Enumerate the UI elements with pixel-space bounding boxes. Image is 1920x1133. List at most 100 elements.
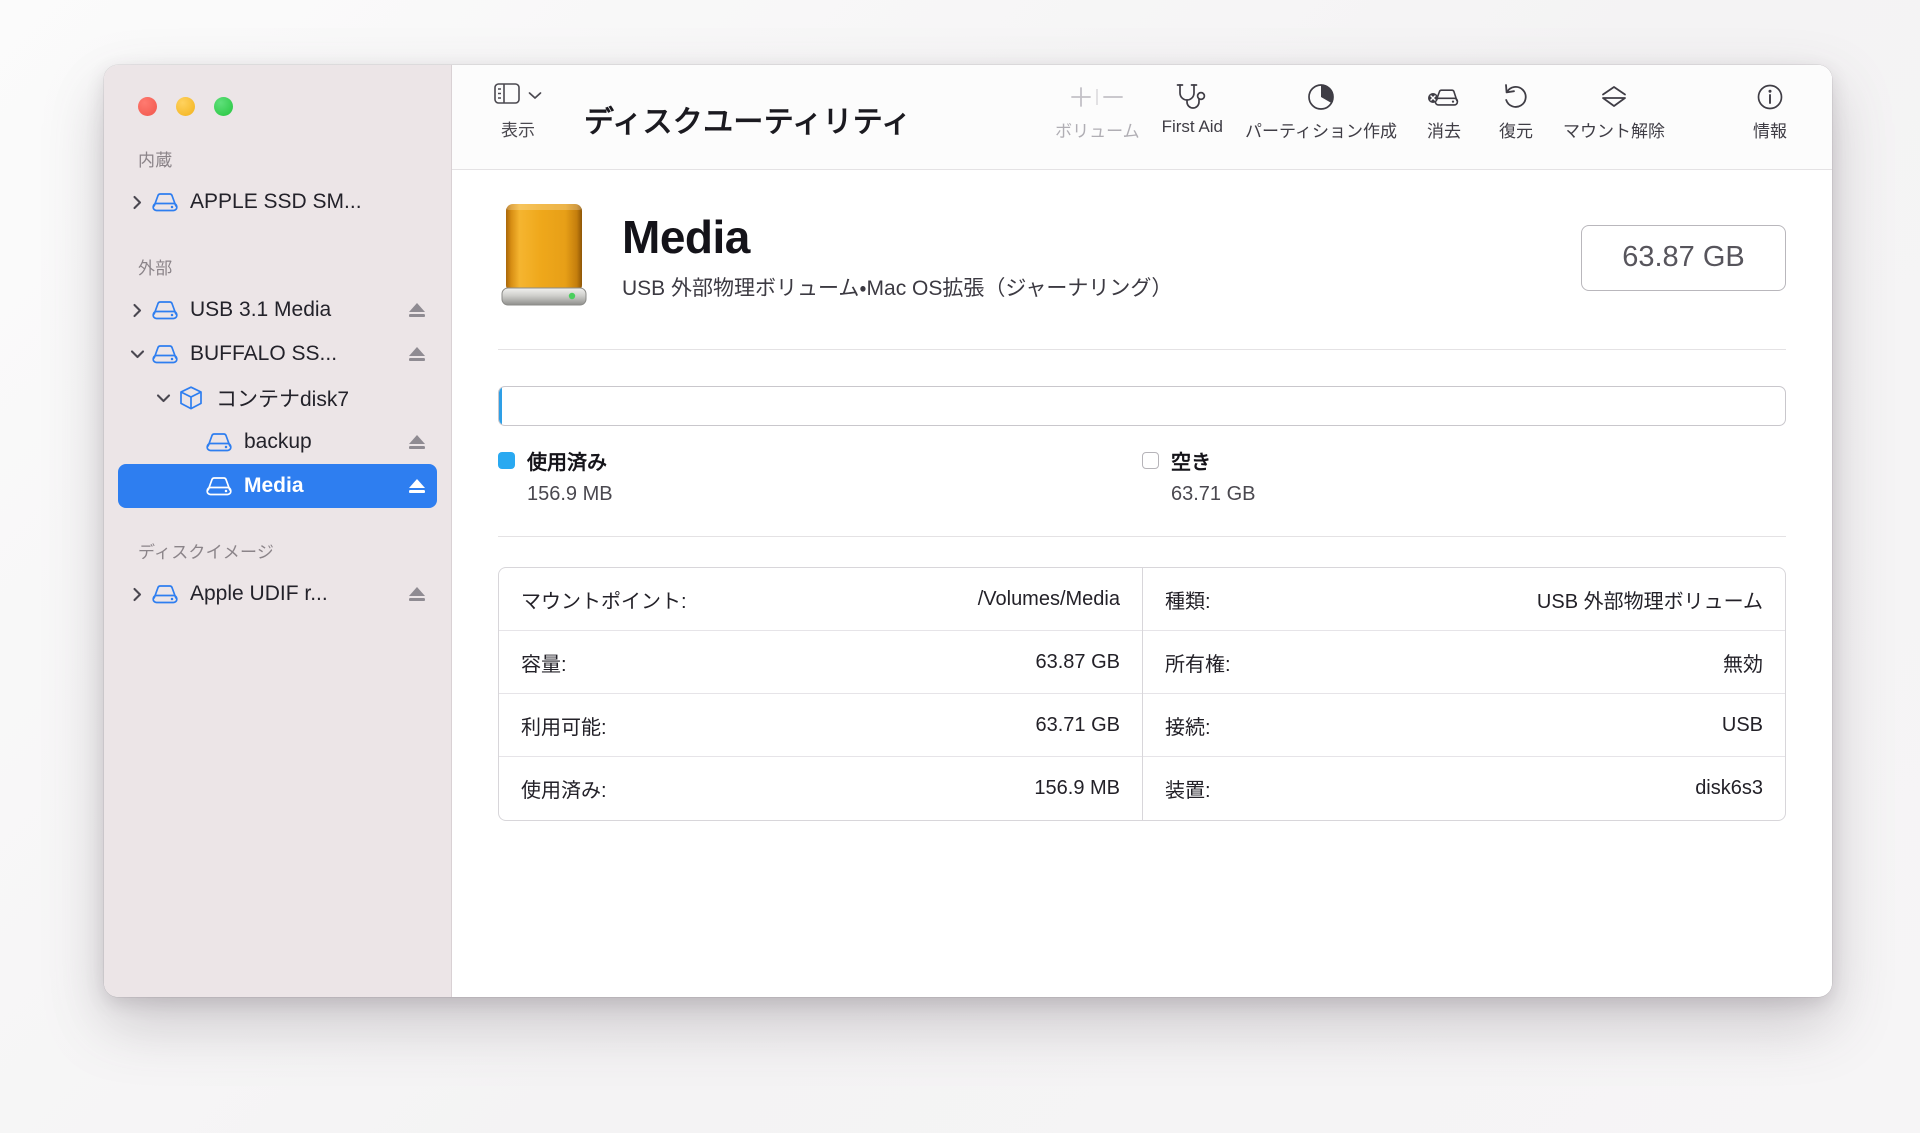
toolbar: 表示 ディスクユーティリティ ボリューム First Aid パーティション作成 消去… — [452, 65, 1832, 170]
volume-header: Media USB 外部物理ボリューム・Mac OS拡張（ジャーナリング） 63… — [498, 170, 1786, 349]
usage-legend: 使用済み 156.9 MB 空き 63.71 GB — [498, 446, 1786, 506]
content-area: Media USB 外部物理ボリューム・Mac OS拡張（ジャーナリング） 63… — [452, 170, 1832, 997]
view-toggle-button[interactable]: 表示 — [480, 79, 556, 141]
detail-row: 種類: USB 外部物理ボリューム — [1143, 568, 1785, 631]
detail-key: マウントポイント: — [521, 590, 687, 613]
zoom-button[interactable] — [214, 97, 233, 116]
sidebar-group-header: ディスクイメージ — [138, 543, 275, 562]
detail-key: 使用済み: — [521, 780, 607, 802]
volume-icon — [202, 431, 236, 453]
volume-details: マウントポイント: /Volumes/Media 容量: 63.87 GB 利用可能: 6… — [498, 567, 1786, 821]
sidebar-item-label: USB 3.1 Media — [190, 298, 332, 321]
eject-icon[interactable] — [403, 433, 437, 451]
legend-entry-free: 空き 63.71 GB — [1142, 446, 1786, 506]
legend-label: 使用済み — [527, 452, 607, 474]
toolbar-button-info-circle[interactable]: 情報 — [1734, 79, 1806, 142]
toolbar-button-label: パーティション作成 — [1245, 122, 1397, 141]
erase-disk-icon — [1427, 79, 1461, 115]
eject-icon[interactable] — [403, 345, 437, 363]
detail-key: 容量: — [521, 653, 567, 676]
disk-icon — [148, 299, 182, 321]
eject-icon[interactable] — [403, 301, 437, 319]
detail-key: 利用可能: — [521, 716, 607, 739]
sidebar-item-label: コンテナdisk7 — [216, 388, 350, 411]
toolbar-left: 表示 ディスクユーティリティ — [452, 65, 912, 141]
detail-value: 63.87 GB — [1035, 650, 1120, 673]
volume-icon — [202, 475, 236, 497]
eject-icon[interactable] — [403, 585, 437, 603]
sidebar-item-buffalo-ss[interactable]: BUFFALO SS... — [118, 332, 437, 376]
restore-arrow-icon — [1502, 79, 1530, 115]
sidebar-item-label: Media — [244, 474, 304, 497]
divider-bottom — [498, 536, 1786, 537]
toolbar-button-label: マウント解除 — [1563, 122, 1665, 141]
sidebar-group-header: 内蔵 — [138, 151, 173, 170]
legend-value: 63.71 GB — [1171, 483, 1256, 505]
app-title: ディスクユーティリティ — [584, 106, 912, 139]
details-table-left: マウントポイント: /Volumes/Media 容量: 63.87 GB 利用可能: 6… — [498, 567, 1142, 821]
details-table-right: 種類: USB 外部物理ボリューム 所有権: 無効 接続: USB 装置: disk6s3 — [1142, 567, 1786, 821]
usage-bar — [498, 386, 1786, 426]
detail-value: /Volumes/Media — [977, 587, 1120, 610]
legend-label: 空き — [1171, 452, 1211, 474]
sidebar-item-media[interactable]: Media — [118, 464, 437, 508]
minimize-button[interactable] — [176, 97, 195, 116]
detail-value: USB 外部物理ボリューム — [1536, 590, 1763, 613]
usage-block: 使用済み 156.9 MB 空き 63.71 GB — [498, 350, 1786, 536]
detail-row: 容量: 63.87 GB — [499, 631, 1142, 694]
unmount-eject-icon — [1599, 79, 1629, 115]
detail-row: 所有権: 無効 — [1143, 631, 1785, 694]
detail-row: 装置: disk6s3 — [1143, 757, 1785, 820]
chevron-right-icon[interactable] — [126, 587, 148, 602]
legend-value: 156.9 MB — [527, 483, 613, 505]
chevron-down-icon[interactable] — [152, 393, 174, 403]
sidebar-item-apple-udif-r[interactable]: Apple UDIF r... — [118, 572, 437, 616]
sidebar-item-disk7[interactable]: コンテナdisk7 — [118, 376, 437, 420]
external-hard-drive-icon — [498, 200, 590, 315]
eject-icon[interactable] — [403, 477, 437, 495]
toolbar-actions: ボリューム First Aid パーティション作成 消去 復元 マウント解除 情報 — [1044, 79, 1806, 142]
volume-subtitle: USB 外部物理ボリューム・Mac OS拡張（ジャーナリング） — [622, 276, 1173, 300]
volume-name: Media — [622, 211, 750, 264]
sidebar-item-label: Apple UDIF r... — [190, 582, 328, 605]
toolbar-button-label: 復元 — [1499, 122, 1533, 141]
view-toggle-label: 表示 — [501, 121, 535, 140]
container-icon — [174, 385, 208, 411]
detail-row: 利用可能: 63.71 GB — [499, 694, 1142, 757]
legend-swatch-icon — [498, 452, 515, 469]
toolbar-button-restore-arrow[interactable]: 復元 — [1480, 79, 1552, 142]
desktop-background: 内蔵 APPLE SSD SM... 外部 USB 3.1 Media BUFFALO … — [0, 0, 1920, 1133]
close-button[interactable] — [138, 97, 157, 116]
info-circle-icon — [1756, 79, 1784, 115]
toolbar-button-erase-disk[interactable]: 消去 — [1408, 79, 1480, 142]
chevron-right-icon[interactable] — [126, 303, 148, 318]
partition-pie-icon — [1306, 79, 1336, 115]
disk-icon — [148, 191, 182, 213]
detail-value: 156.9 MB — [1034, 777, 1120, 799]
detail-key: 種類: — [1165, 590, 1211, 613]
usage-bar-used-segment — [499, 387, 503, 425]
chevron-down-icon[interactable] — [126, 349, 148, 359]
volume-text: Media USB 外部物理ボリューム・Mac OS拡張（ジャーナリング） — [622, 213, 1581, 301]
sidebar-toggle-icon — [494, 83, 520, 109]
chevron-right-icon[interactable] — [126, 195, 148, 210]
toolbar-button-label: 消去 — [1427, 122, 1461, 141]
toolbar-button-partition-pie[interactable]: パーティション作成 — [1234, 79, 1408, 142]
window-controls — [104, 65, 451, 116]
detail-value: disk6s3 — [1695, 777, 1763, 799]
plus-minus-icon — [1064, 79, 1130, 115]
toolbar-button-label: ボリューム — [1055, 122, 1140, 141]
detail-row: マウントポイント: /Volumes/Media — [499, 568, 1142, 631]
sidebar-item-apple-ssd-sm[interactable]: APPLE SSD SM... — [118, 180, 437, 224]
sidebar-item-usb-3-1-media[interactable]: USB 3.1 Media — [118, 288, 437, 332]
toolbar-button-stethoscope[interactable]: First Aid — [1151, 79, 1234, 137]
sidebar-group-header: 外部 — [138, 259, 173, 278]
detail-value: 無効 — [1723, 653, 1763, 676]
disk-utility-window: 内蔵 APPLE SSD SM... 外部 USB 3.1 Media BUFFALO … — [104, 65, 1832, 997]
sidebar-item-backup[interactable]: backup — [118, 420, 437, 464]
toolbar-button-label: First Aid — [1161, 117, 1224, 136]
sidebar-item-label: backup — [244, 430, 312, 453]
detail-key: 装置: — [1165, 780, 1211, 802]
sidebar-item-label: APPLE SSD SM... — [190, 190, 362, 213]
toolbar-button-unmount-eject[interactable]: マウント解除 — [1552, 79, 1676, 142]
